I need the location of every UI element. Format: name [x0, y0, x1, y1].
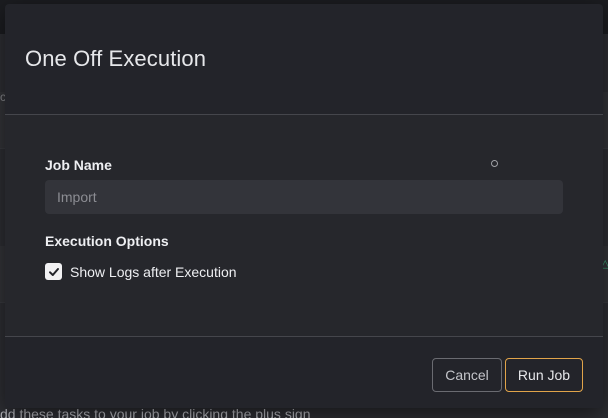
modal-header: One Off Execution	[5, 4, 603, 115]
cursor-icon	[491, 160, 498, 167]
check-icon	[48, 267, 59, 276]
show-logs-option[interactable]: Show Logs after Execution	[45, 263, 563, 280]
cancel-button[interactable]: Cancel	[432, 358, 502, 392]
job-name-input[interactable]	[45, 180, 563, 214]
modal-title: One Off Execution	[25, 46, 207, 71]
one-off-execution-modal: One Off Execution Job Name Execution Opt…	[5, 4, 603, 408]
show-logs-checkbox[interactable]	[45, 263, 62, 280]
job-name-label: Job Name	[45, 157, 112, 173]
modal-footer: Cancel Run Job	[5, 337, 603, 407]
modal-body: Job Name Execution Options Show Logs aft…	[5, 115, 603, 337]
execution-options-label: Execution Options	[45, 233, 169, 249]
run-job-button[interactable]: Run Job	[505, 358, 583, 392]
show-logs-label: Show Logs after Execution	[70, 263, 237, 280]
